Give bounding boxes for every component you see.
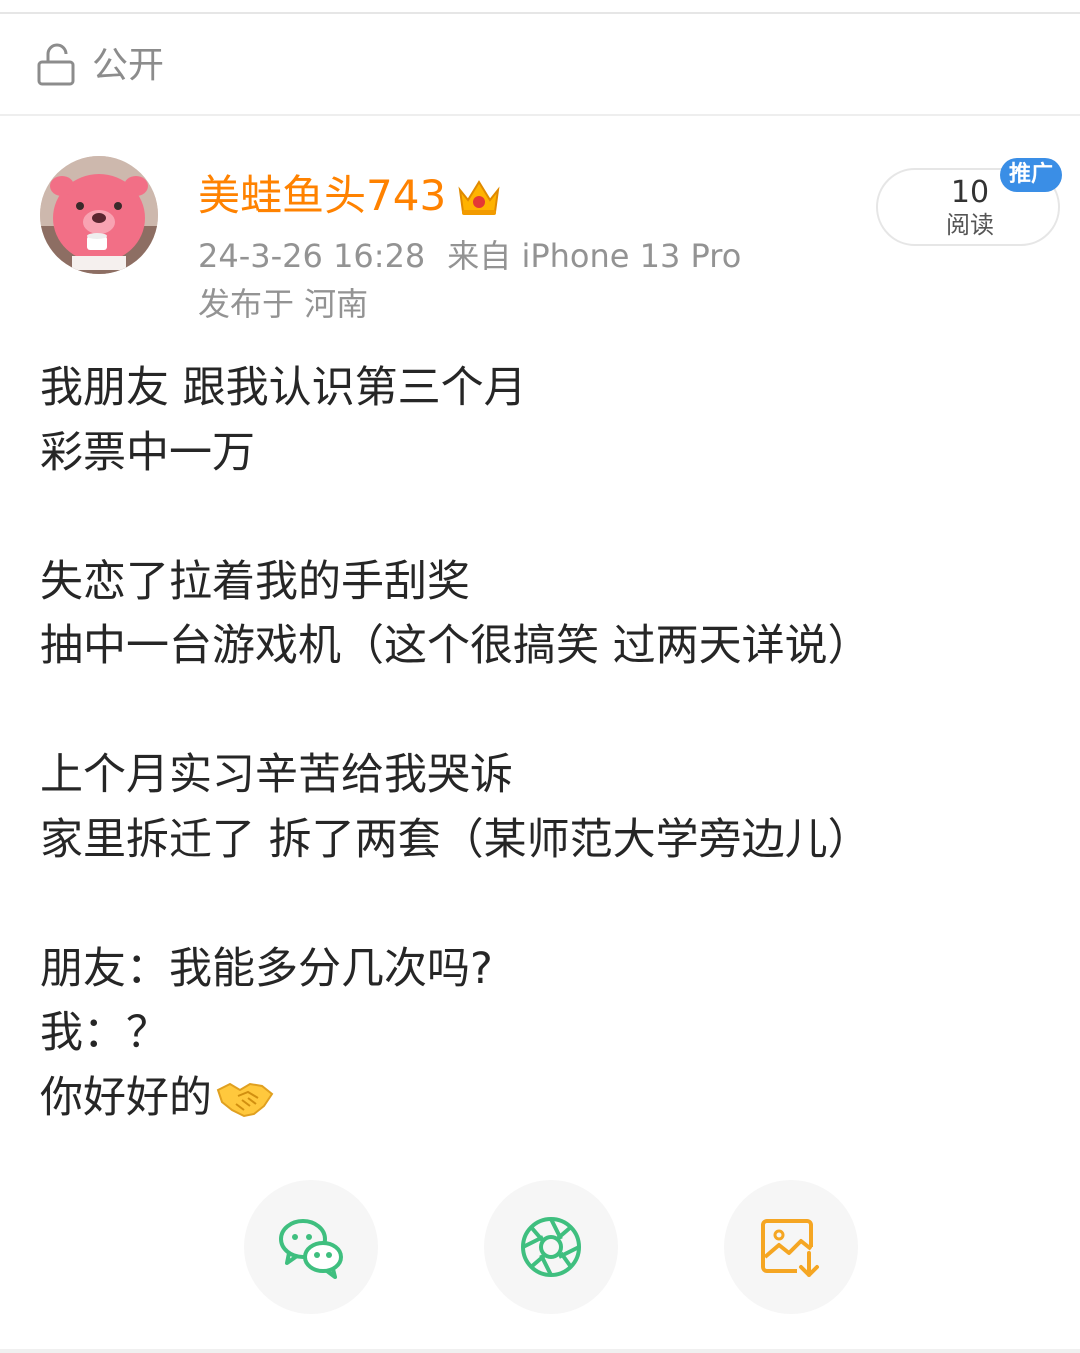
post-line: 你好好的 — [40, 1072, 212, 1123]
visibility-bar[interactable]: 公开 — [0, 14, 1080, 114]
post-line: 失恋了拉着我的手刮奖 — [40, 556, 470, 607]
bottom-divider — [0, 1349, 1080, 1353]
post-line: 上个月实习辛苦给我哭诉 — [40, 750, 513, 800]
moments-icon — [521, 1217, 581, 1277]
pink-beaver-avatar-icon — [40, 156, 158, 274]
crown-icon — [458, 180, 500, 215]
post-source: 来自 iPhone 13 Pro — [447, 237, 742, 275]
post-line: 朋友：我能多分几次吗? — [40, 943, 493, 994]
post-line-last: 你好好的 — [40, 1066, 1040, 1131]
post-line: 家里拆迁了 拆了两套（某师范大学旁边儿） — [40, 814, 871, 865]
handshake-emoji-icon — [216, 1082, 274, 1117]
post-location: 发布于 河南 — [198, 285, 369, 323]
save-image-button[interactable] — [724, 1180, 858, 1314]
post-body: 我朋友 跟我认识第三个月 彩票中一万 失恋了拉着我的手刮奖 抽中一台游戏机（这个… — [40, 356, 1040, 1130]
promote-tag[interactable]: 推广 — [1000, 158, 1062, 192]
unlock-icon — [37, 43, 75, 86]
share-moments-button[interactable] — [484, 1180, 618, 1314]
post-line: 抽中一台游戏机（这个很搞笑 过两天详说） — [40, 621, 871, 671]
read-count-unit: 阅读 — [946, 211, 994, 239]
post-line: 我：？ — [40, 1008, 169, 1058]
post-meta: 24-3-26 16:28 来自 iPhone 13 Pro — [198, 236, 741, 276]
wechat-icon — [279, 1219, 343, 1279]
author-name[interactable]: 美蛙鱼头743 — [198, 170, 446, 222]
header-divider — [0, 114, 1080, 116]
share-wechat-button[interactable] — [244, 1180, 378, 1314]
post-line: 我朋友 跟我认识第三个月 — [40, 363, 527, 413]
visibility-label: 公开 — [92, 45, 165, 86]
post-datetime: 24-3-26 16:28 — [198, 237, 426, 275]
post-line: 彩票中一万 — [40, 427, 255, 478]
save-image-icon — [761, 1219, 819, 1277]
avatar[interactable] — [40, 156, 158, 274]
